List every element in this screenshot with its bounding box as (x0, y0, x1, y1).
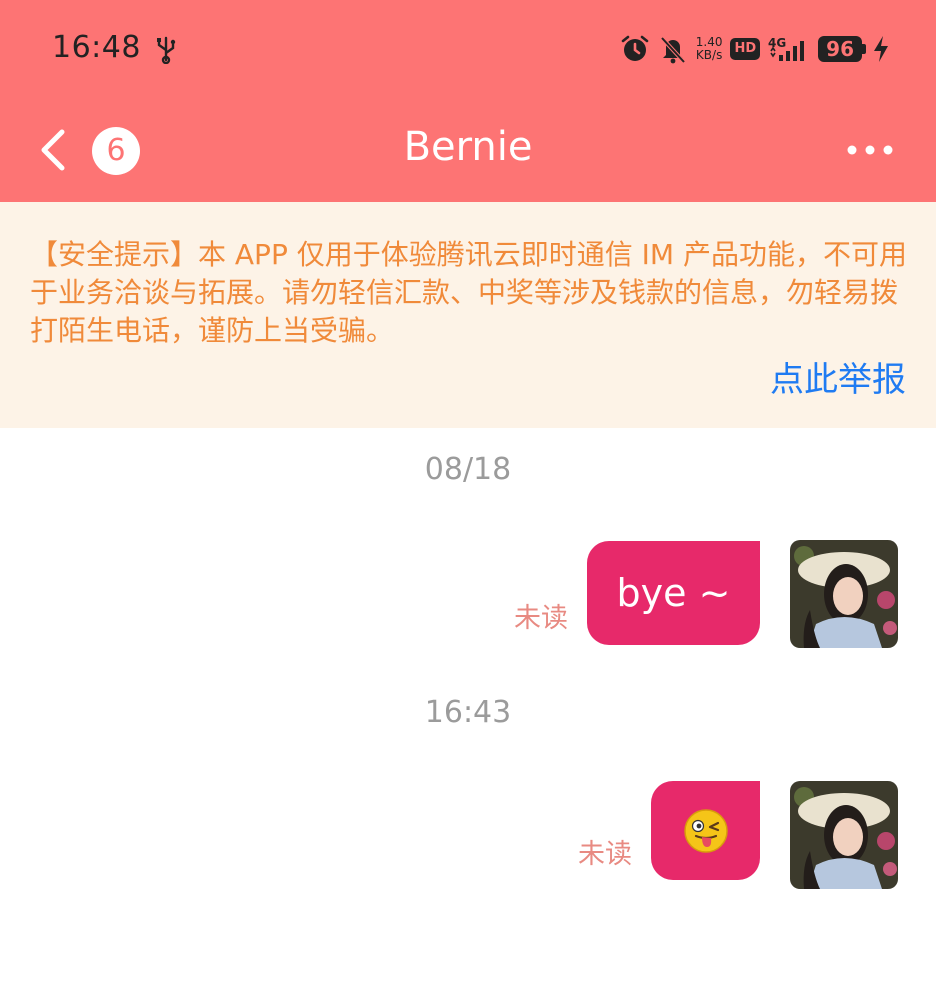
net-speed-unit: KB/s (695, 48, 723, 62)
avatar-image (790, 540, 898, 648)
mute-icon (660, 36, 686, 64)
avatar-image (790, 781, 898, 889)
header: 16:48 1.40 KB/s HD 4G 96 6 Bernie (0, 0, 936, 202)
status-icons: 1.40 KB/s HD 4G 96 (612, 32, 890, 66)
alarm-icon (621, 35, 649, 61)
hd-badge: HD (730, 38, 761, 60)
winking-tongue-emoji-icon (683, 808, 728, 853)
safety-notice-text: 【安全提示】本 APP 仅用于体验腾讯云即时通信 IM 产品功能，不可用于业务洽… (30, 238, 907, 347)
battery-level: 96 (818, 36, 862, 62)
chat-title: Bernie (403, 124, 533, 170)
status-time: 16:48 (52, 30, 141, 65)
message-bubble[interactable] (651, 781, 760, 880)
network-label: 4G (768, 36, 786, 50)
message-bubble[interactable]: bye ~ (587, 541, 760, 645)
battery-indicator: 96 (818, 36, 866, 62)
chat-screen: 16:48 1.40 KB/s HD 4G 96 6 Bernie 【安全提示】… (0, 0, 936, 1000)
avatar[interactable] (790, 540, 898, 648)
signal-icon: 4G (768, 36, 805, 61)
report-link[interactable]: 点此举报 (770, 352, 906, 401)
usb-icon (157, 36, 176, 64)
time-divider: 16:43 (424, 695, 512, 730)
more-options-button[interactable] (844, 130, 896, 170)
time-divider: 08/18 (424, 452, 512, 487)
safety-notice: 【安全提示】本 APP 仅用于体验腾讯云即时通信 IM 产品功能，不可用于业务洽… (0, 202, 936, 428)
read-status: 未读 (514, 603, 568, 634)
charging-icon (874, 36, 888, 62)
net-speed: 1.40 KB/s (696, 36, 723, 62)
battery-tip (862, 44, 866, 54)
avatar[interactable] (790, 781, 898, 889)
read-status: 未读 (578, 839, 632, 870)
message-text: bye ~ (616, 571, 731, 615)
